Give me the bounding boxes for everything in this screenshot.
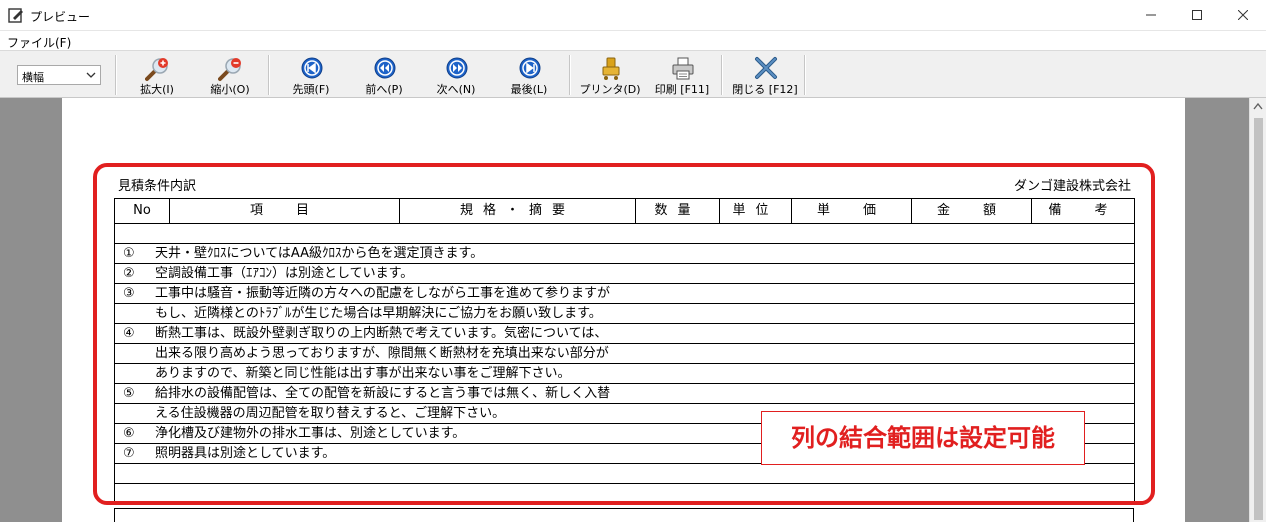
close-preview-button[interactable]: 閉じる [F12] [730, 53, 800, 97]
last-page-icon [519, 57, 541, 79]
zoom-out-label: 縮小(O) [210, 83, 250, 96]
last-page-label: 最後(L) [510, 83, 548, 96]
close-preview-label: 閉じる [F12] [732, 83, 798, 96]
zoom-in-button[interactable]: 拡大(I) [122, 53, 192, 97]
printer-setup-icon [602, 57, 620, 80]
previous-page-button[interactable]: 前へ(P) [349, 53, 419, 97]
menu-file[interactable]: ファイル(F) [7, 34, 71, 51]
chevron-down-icon [86, 72, 96, 78]
next-page-button[interactable]: 次へ(N) [421, 53, 491, 97]
menu-bar: ファイル(F) [0, 31, 1266, 51]
toolbar-separator [115, 55, 117, 95]
toolbar-separator [569, 55, 571, 95]
minimize-icon [1146, 14, 1156, 16]
scroll-up-icon [1253, 102, 1263, 110]
zoom-mode-value: 横幅 [22, 71, 44, 84]
previous-page-label: 前へ(P) [365, 83, 403, 96]
zoom-out-button[interactable]: 縮小(O) [195, 53, 265, 97]
close-icon [1238, 10, 1248, 20]
zoom-mode-select[interactable]: 横幅 [17, 65, 101, 85]
close-window-button[interactable] [1220, 0, 1266, 30]
first-page-label: 先頭(F) [292, 83, 330, 96]
print-icon [672, 57, 694, 80]
next-page-icon [446, 57, 468, 79]
app-icon [8, 8, 23, 23]
toolbar-separator [268, 55, 270, 95]
previous-page-icon [374, 57, 396, 79]
window-title: プレビュー [30, 10, 91, 24]
zoom-in-icon [145, 58, 168, 81]
callout-note: 列の結合範囲は設定可能 [761, 411, 1085, 465]
minimize-button[interactable] [1128, 0, 1174, 30]
maximize-icon [1192, 10, 1202, 20]
zoom-in-label: 拡大(I) [140, 83, 174, 96]
zoom-out-icon [218, 58, 241, 81]
last-page-button[interactable]: 最後(L) [494, 53, 564, 97]
toolbar-separator [721, 55, 723, 95]
first-page-button[interactable]: 先頭(F) [276, 53, 346, 97]
title-bar: プレビュー [0, 0, 1266, 31]
maximize-button[interactable] [1174, 0, 1220, 30]
scrollbar-thumb[interactable] [1254, 118, 1263, 520]
next-page-label: 次へ(N) [436, 83, 476, 96]
toolbar: 横幅 拡大(I) 縮小(O) 先頭(F) 前へ(P) 次へ(N) 最後(L) プ… [0, 51, 1266, 98]
vertical-scrollbar[interactable] [1249, 98, 1266, 522]
toolbar-separator [804, 55, 806, 95]
printer-setup-button[interactable]: プリンタ(D) [575, 53, 645, 97]
close-x-icon [755, 57, 777, 79]
next-table-section [114, 508, 1134, 522]
print-button[interactable]: 印刷 [F11] [647, 53, 717, 97]
print-label: 印刷 [F11] [654, 83, 710, 96]
first-page-icon [301, 57, 323, 79]
printer-setup-label: プリンタ(D) [579, 83, 641, 96]
